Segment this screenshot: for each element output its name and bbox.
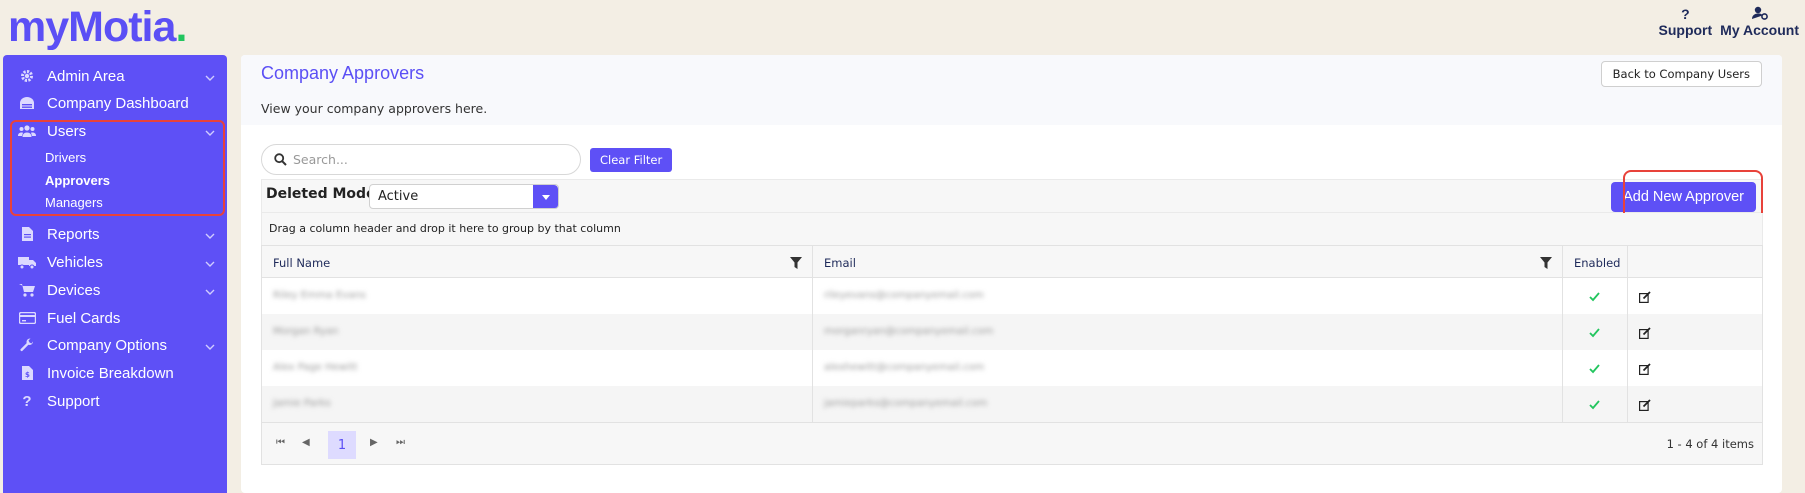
cell-enabled bbox=[1563, 386, 1628, 422]
full-name-text: Alex Page Hewitt bbox=[273, 362, 358, 373]
edit-icon[interactable] bbox=[1639, 396, 1651, 415]
cell-full-name: Jamie Parks bbox=[262, 386, 813, 422]
grid-body: Riley Emma Evans rileyevans@companyemail.… bbox=[262, 278, 1762, 422]
cell-actions bbox=[1628, 386, 1664, 422]
grid-header: Full Name Email Enabled bbox=[262, 246, 1762, 278]
column-header-actions bbox=[1628, 246, 1664, 277]
sidebar-item-support[interactable]: ? Support bbox=[3, 388, 227, 414]
cell-actions bbox=[1628, 350, 1664, 386]
check-icon bbox=[1589, 287, 1600, 306]
sidebar-item-invoice-breakdown[interactable]: $ Invoice Breakdown bbox=[3, 360, 227, 386]
search-box[interactable] bbox=[261, 144, 581, 175]
search-icon bbox=[274, 153, 287, 166]
cell-enabled bbox=[1563, 350, 1628, 386]
full-name-text: Jamie Parks bbox=[273, 398, 331, 409]
chevron-down-icon bbox=[205, 339, 215, 356]
back-to-company-users-button[interactable]: Back to Company Users bbox=[1600, 61, 1762, 87]
cell-full-name: Alex Page Hewitt bbox=[262, 350, 813, 386]
credit-card-icon bbox=[17, 312, 37, 324]
cell-email: morganryan@companyemail.com bbox=[813, 314, 1563, 350]
cell-enabled bbox=[1563, 314, 1628, 350]
invoice-icon: $ bbox=[17, 366, 37, 380]
email-text: alexhewitt@companyemail.com bbox=[824, 362, 985, 373]
gear-icon bbox=[17, 69, 37, 83]
last-page-icon[interactable]: ⏭ bbox=[396, 437, 405, 448]
filter-icon[interactable] bbox=[1540, 254, 1552, 273]
sidebar-item-devices[interactable]: Devices bbox=[3, 277, 227, 303]
check-icon bbox=[1589, 323, 1600, 342]
table-row[interactable]: Jamie Parks jamieparks@companyemail.com bbox=[262, 386, 1762, 422]
deleted-mode-select[interactable]: Active bbox=[369, 184, 559, 209]
users-highlight-box bbox=[10, 120, 225, 216]
column-header-enabled[interactable]: Enabled bbox=[1563, 246, 1628, 277]
dropdown-arrow-icon[interactable] bbox=[533, 185, 558, 208]
mymotia-logo[interactable]: myMotia. bbox=[8, 2, 187, 52]
sidebar-item-vehicles[interactable]: Vehicles bbox=[3, 249, 227, 275]
user-gear-icon bbox=[1751, 6, 1768, 22]
filter-icon[interactable] bbox=[790, 254, 802, 273]
cell-actions bbox=[1628, 314, 1664, 350]
support-link[interactable]: ? Support bbox=[1659, 6, 1713, 38]
cell-full-name: Morgan Ryan bbox=[262, 314, 813, 350]
cell-email: jamieparks@companyemail.com bbox=[813, 386, 1563, 422]
page-header: Company Approvers View your company appr… bbox=[241, 55, 1782, 125]
edit-icon[interactable] bbox=[1639, 360, 1651, 379]
chevron-down-icon bbox=[205, 256, 215, 273]
approvers-grid: Full Name Email Enabled Riley Emma Evans… bbox=[261, 245, 1763, 465]
search-input[interactable] bbox=[293, 152, 553, 167]
wrench-icon bbox=[17, 338, 37, 352]
sidebar-item-company-dashboard[interactable]: Company Dashboard bbox=[3, 90, 227, 116]
email-text: jamieparks@companyemail.com bbox=[824, 398, 988, 409]
question-icon: ? bbox=[22, 392, 32, 410]
main-panel: Company Approvers View your company appr… bbox=[241, 55, 1782, 493]
email-text: morganryan@companyemail.com bbox=[824, 326, 994, 337]
cell-full-name: Riley Emma Evans bbox=[262, 278, 813, 314]
check-icon bbox=[1589, 359, 1600, 378]
sidebar-item-admin-area[interactable]: Admin Area bbox=[3, 63, 227, 89]
page-number-current[interactable]: 1 bbox=[328, 431, 356, 459]
previous-page-icon[interactable]: ◀ bbox=[302, 437, 310, 448]
page-title: Company Approvers bbox=[261, 63, 425, 83]
table-row[interactable]: Alex Page Hewitt alexhewitt@companyemail.… bbox=[262, 350, 1762, 386]
clear-filter-button[interactable]: Clear Filter bbox=[590, 148, 673, 172]
pager-info: 1 - 4 of 4 items bbox=[1666, 437, 1754, 451]
page-subtitle: View your company approvers here. bbox=[261, 101, 488, 116]
full-name-text: Morgan Ryan bbox=[273, 326, 339, 337]
check-icon bbox=[1589, 395, 1600, 414]
sidebar-item-fuel-cards[interactable]: Fuel Cards bbox=[3, 305, 227, 331]
column-header-full-name[interactable]: Full Name bbox=[262, 246, 813, 277]
truck-icon bbox=[17, 256, 37, 269]
first-page-icon[interactable]: ⏮ bbox=[276, 437, 285, 448]
next-page-icon[interactable]: ▶ bbox=[370, 437, 378, 448]
chevron-down-icon bbox=[205, 284, 215, 301]
dashboard-icon bbox=[17, 97, 37, 109]
edit-icon[interactable] bbox=[1639, 324, 1651, 343]
full-name-text: Riley Emma Evans bbox=[273, 290, 366, 301]
cell-enabled bbox=[1563, 278, 1628, 314]
chevron-down-icon bbox=[205, 70, 215, 87]
grid-pager: ⏮ ◀ 1 ▶ ⏭ 1 - 4 of 4 items bbox=[262, 422, 1762, 464]
cell-actions bbox=[1628, 278, 1664, 314]
file-icon bbox=[17, 227, 37, 241]
sidebar-item-company-options[interactable]: Company Options bbox=[3, 332, 227, 358]
email-text: rileyevans@companyemail.com bbox=[824, 290, 984, 301]
table-row[interactable]: Morgan Ryan morganryan@companyemail.com bbox=[262, 314, 1762, 350]
cart-icon bbox=[17, 283, 37, 297]
question-icon: ? bbox=[1681, 6, 1690, 22]
column-header-email[interactable]: Email bbox=[813, 246, 1563, 277]
my-account-link[interactable]: My Account bbox=[1720, 6, 1799, 38]
cell-email: rileyevans@companyemail.com bbox=[813, 278, 1563, 314]
cell-email: alexhewitt@companyemail.com bbox=[813, 350, 1563, 386]
top-links: ? Support My Account bbox=[1659, 6, 1799, 38]
table-row[interactable]: Riley Emma Evans rileyevans@companyemail.… bbox=[262, 278, 1762, 314]
group-by-drop-area[interactable]: Drag a column header and drop it here to… bbox=[261, 213, 1763, 245]
edit-icon[interactable] bbox=[1639, 288, 1651, 307]
deleted-mode-value: Active bbox=[378, 189, 419, 204]
svg-text:$: $ bbox=[25, 371, 30, 379]
grid-toolbar: Deleted Mode: Active Add New Approver bbox=[261, 179, 1763, 213]
sidebar-item-reports[interactable]: Reports bbox=[3, 221, 227, 247]
sidebar: Admin Area Company Dashboard Users Drive… bbox=[3, 55, 227, 493]
deleted-mode-label: Deleted Mode: bbox=[266, 186, 382, 202]
chevron-down-icon bbox=[205, 228, 215, 245]
